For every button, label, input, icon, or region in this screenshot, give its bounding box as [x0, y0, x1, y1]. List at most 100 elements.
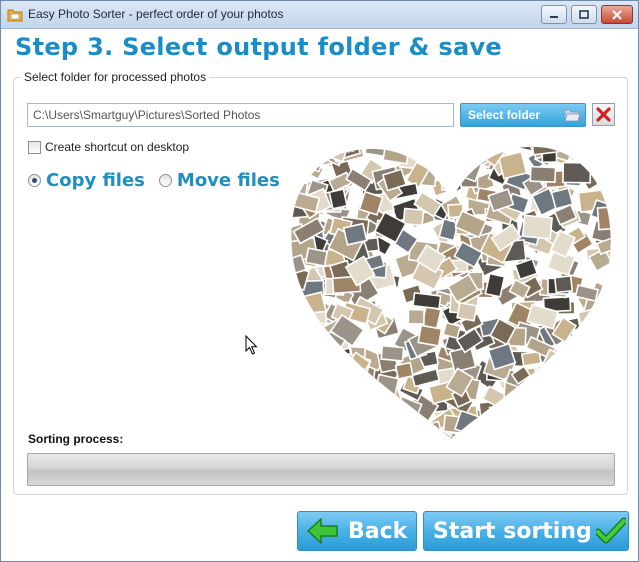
collage-photo-tile: [414, 420, 444, 439]
collage-photo-tile: [547, 426, 579, 439]
collage-photo-tile: [587, 424, 610, 439]
collage-photo-tile: [540, 405, 572, 434]
collage-photo-tile: [332, 388, 355, 410]
collage-photo-tile: [365, 146, 389, 149]
collage-photo-tile: [439, 146, 465, 168]
collage-photo-tile: [291, 343, 316, 374]
clear-folder-button[interactable]: [592, 103, 615, 126]
collage-photo-tile: [321, 375, 350, 396]
collage-photo-tile: [476, 146, 496, 153]
collage-photo-tile: [559, 402, 585, 428]
collage-photo-tile: [371, 386, 405, 416]
collage-photo-tile: [310, 310, 328, 326]
collage-photo-tile: [537, 398, 555, 412]
file-mode-radio-group: Copy files Move files: [28, 170, 294, 191]
photo-heart-image: [291, 146, 611, 439]
collage-photo-tile: [333, 362, 363, 380]
collage-photo-tile: [555, 419, 580, 439]
start-sorting-button[interactable]: Start sorting: [423, 511, 629, 551]
move-files-label[interactable]: Move files: [177, 170, 280, 191]
collage-photo-tile: [303, 395, 331, 419]
collage-photo-tile: [296, 406, 330, 438]
collage-photo-tile: [599, 284, 611, 307]
collage-photo-tile: [308, 419, 341, 439]
collage-photo-tile: [318, 350, 348, 375]
collage-photo-tile: [291, 314, 308, 334]
mouse-cursor-icon: [245, 335, 258, 355]
collage-photo-tile: [328, 188, 348, 210]
collage-photo-tile: [302, 160, 325, 181]
collage-photo-tile: [555, 381, 587, 408]
collage-photo-tile: [452, 433, 476, 439]
collage-photo-tile: [332, 347, 354, 371]
collage-photo-tile: [407, 308, 425, 325]
collage-photo-tile: [396, 421, 420, 439]
collage-photo-tile: [325, 363, 347, 382]
collage-photo-tile: [547, 404, 575, 431]
collage-photo-tile: [550, 187, 574, 210]
collage-photo-tile: [291, 322, 311, 344]
collage-photo-tile: [291, 146, 313, 157]
collage-photo-tile: [417, 324, 443, 347]
select-folder-button[interactable]: Select folder: [460, 103, 586, 127]
collage-photo-tile: [577, 339, 607, 360]
collage-photo-tile: [338, 146, 355, 153]
collage-photo-tile: [338, 418, 369, 437]
maximize-button[interactable]: [571, 5, 597, 24]
collage-photo-tile: [324, 405, 349, 431]
collage-photo-tile: [341, 370, 374, 401]
green-checkmark-icon: [595, 517, 626, 544]
copy-files-radio[interactable]: [28, 174, 41, 187]
collage-photo-tile: [594, 331, 611, 355]
collage-photo-tile: [380, 344, 405, 362]
collage-photo-tile: [333, 399, 356, 426]
collage-photo-tile: [317, 363, 345, 386]
collage-photo-tile: [512, 391, 543, 421]
collage-photo-tile: [597, 359, 611, 378]
collage-photo-tile: [378, 426, 402, 439]
collage-photo-tile: [291, 150, 306, 178]
collage-photo-tile: [520, 386, 540, 405]
collage-photo-tile: [597, 400, 611, 420]
collage-photo-tile: [323, 356, 348, 375]
collage-photo-tile: [402, 207, 425, 227]
collage-photo-tile: [512, 426, 539, 439]
collage-photo-tile: [601, 351, 611, 385]
sorting-process-label: Sorting process:: [28, 432, 124, 446]
collage-photo-tile: [291, 297, 307, 327]
collage-photo-tile: [382, 146, 410, 165]
collage-photo-tile: [484, 272, 506, 298]
maximize-icon: [579, 9, 589, 19]
back-button[interactable]: Back: [297, 511, 417, 551]
collage-photo-tile: [548, 362, 572, 382]
create-shortcut-checkbox[interactable]: [28, 140, 41, 154]
collage-photo-tile: [562, 161, 592, 184]
close-icon: [612, 9, 622, 20]
collage-photo-tile: [566, 357, 588, 378]
collage-photo-tile: [568, 416, 597, 439]
collage-photo-tile: [325, 388, 353, 414]
title-bar[interactable]: Easy Photo Sorter - perfect order of you…: [1, 1, 638, 29]
collage-photo-tile: [521, 214, 554, 240]
create-shortcut-option[interactable]: Create shortcut on desktop: [28, 140, 189, 154]
step-heading: Step 3. Select output folder & save: [15, 33, 502, 61]
move-files-radio[interactable]: [158, 174, 172, 187]
collage-photo-tile: [533, 409, 555, 434]
collage-photo-tile: [309, 351, 333, 378]
collage-photo-tile: [596, 153, 611, 175]
collage-photo-tile: [291, 411, 319, 432]
collage-photo-tile: [334, 347, 356, 374]
collage-photo-tile: [296, 146, 324, 166]
minimize-button[interactable]: [541, 5, 567, 24]
collage-photo-tile: [309, 362, 343, 390]
collage-photo-tile: [291, 146, 323, 162]
copy-files-label[interactable]: Copy files: [46, 170, 145, 191]
collage-photo-tile: [394, 361, 414, 380]
collage-photo-tile: [291, 367, 304, 388]
collage-photo-tile: [456, 301, 478, 322]
output-folder-path-input[interactable]: C:\Users\Smartguy\Pictures\Sorted Photos: [27, 103, 454, 127]
folder-photo-icon: [7, 9, 23, 22]
collage-photo-tile: [291, 388, 313, 413]
group-legend: Select folder for processed photos: [21, 70, 210, 84]
close-window-button[interactable]: [601, 5, 633, 24]
